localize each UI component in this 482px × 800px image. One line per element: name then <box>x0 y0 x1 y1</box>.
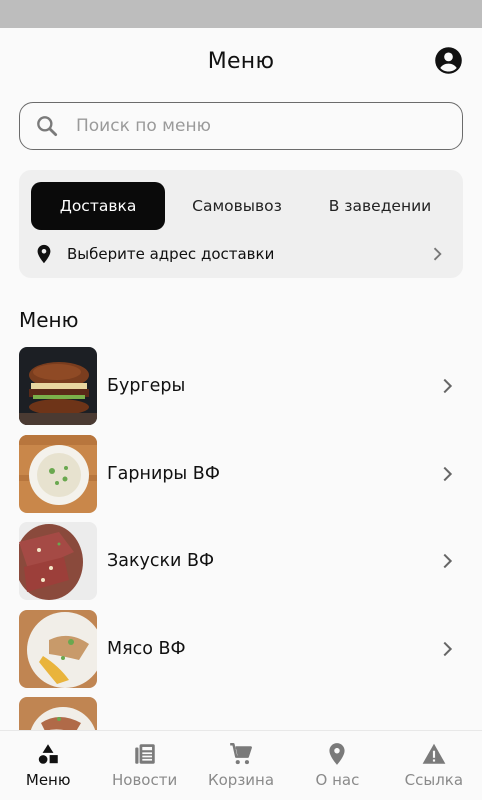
cart-icon <box>230 743 252 765</box>
location-pin-icon <box>37 244 51 264</box>
delivery-address-label: Выберите адрес доставки <box>67 245 275 263</box>
tab-dine-in[interactable]: В заведении <box>309 182 451 230</box>
search-input[interactable] <box>76 116 436 136</box>
app-header: Меню <box>0 28 482 94</box>
chevron-right-icon <box>443 553 453 569</box>
nav-item-about[interactable]: О нас <box>289 731 385 800</box>
menu-category-sides[interactable]: Гарниры ВФ <box>0 434 482 514</box>
menu-category-meat[interactable]: Мясо ВФ <box>0 609 482 689</box>
order-type-tabs: Доставка Самовывоз В заведении <box>31 182 451 230</box>
category-thumbnail <box>19 347 97 425</box>
search-bar[interactable] <box>19 102 463 150</box>
menu-category-list: Бургеры Гарниры ВФ Закуски ВФ Мясо ВФ <box>0 346 482 776</box>
nav-label: Корзина <box>207 771 275 789</box>
nav-item-news[interactable]: Новости <box>96 731 192 800</box>
status-bar <box>0 0 482 28</box>
account-icon[interactable] <box>434 46 463 75</box>
shapes-icon <box>38 744 58 764</box>
tab-pickup[interactable]: Самовывоз <box>165 182 309 230</box>
menu-category-burgers[interactable]: Бургеры <box>0 346 482 426</box>
menu-category-label: Закуски ВФ <box>107 551 215 571</box>
menu-category-appetizers[interactable]: Закуски ВФ <box>0 521 482 601</box>
nav-item-cart[interactable]: Корзина <box>193 731 289 800</box>
chevron-right-icon <box>443 378 453 394</box>
nav-label: Меню <box>25 771 71 789</box>
delivery-address-selector[interactable]: Выберите адрес доставки <box>31 230 451 278</box>
location-pin-icon <box>329 743 346 765</box>
menu-category-label: Мясо ВФ <box>107 638 186 659</box>
category-thumbnail <box>19 609 97 688</box>
menu-category-label: Бургеры <box>107 376 186 396</box>
menu-category-label: Гарниры ВФ <box>107 463 220 484</box>
nav-item-menu[interactable]: Меню <box>0 731 96 800</box>
category-thumbnail <box>19 434 97 513</box>
chevron-right-icon <box>443 641 453 656</box>
page-title: Меню <box>207 48 275 74</box>
chevron-right-icon <box>433 247 442 261</box>
tab-delivery[interactable]: Доставка <box>31 182 166 230</box>
nav-label: Ссылка <box>404 771 464 789</box>
bottom-navigation: Меню Новости Корзина О нас Ссылка <box>0 730 482 800</box>
chevron-right-icon <box>443 466 453 481</box>
menu-section-title: Меню <box>19 308 79 332</box>
order-type-card: Доставка Самовывоз В заведении Выберите … <box>19 170 463 278</box>
newspaper-icon <box>134 744 155 764</box>
search-icon <box>37 116 58 137</box>
nav-label: Новости <box>112 771 178 789</box>
warning-icon <box>422 743 446 764</box>
category-thumbnail <box>19 522 97 600</box>
nav-item-link[interactable]: Ссылка <box>386 731 482 800</box>
nav-label: О нас <box>315 771 360 789</box>
